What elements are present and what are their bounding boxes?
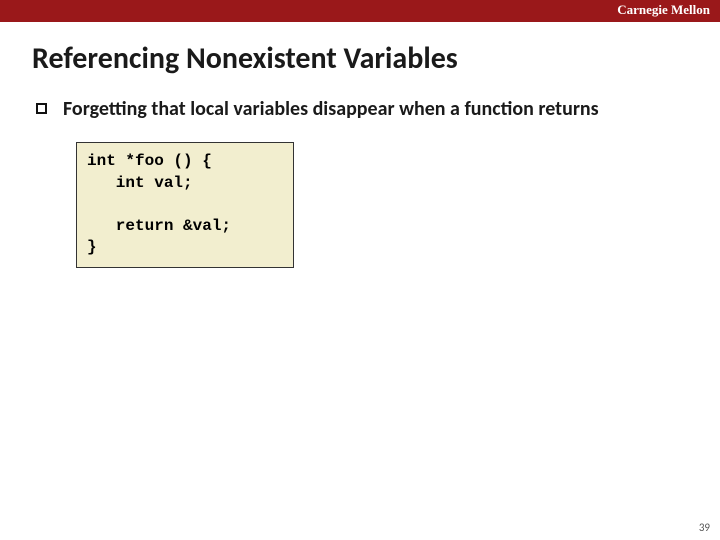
- header-bar: Carnegie Mellon: [0, 0, 720, 22]
- brand-label: Carnegie Mellon: [617, 2, 710, 18]
- bullet-text: Forgetting that local variables disappea…: [63, 97, 599, 122]
- page-number: 39: [699, 521, 710, 534]
- bullet-item: Forgetting that local variables disappea…: [32, 97, 688, 122]
- slide-body: Referencing Nonexistent Variables Forget…: [0, 22, 720, 268]
- bullet-marker-icon: [36, 103, 47, 114]
- code-block: int *foo () { int val; return &val; }: [76, 142, 294, 268]
- slide-title: Referencing Nonexistent Variables: [32, 40, 688, 77]
